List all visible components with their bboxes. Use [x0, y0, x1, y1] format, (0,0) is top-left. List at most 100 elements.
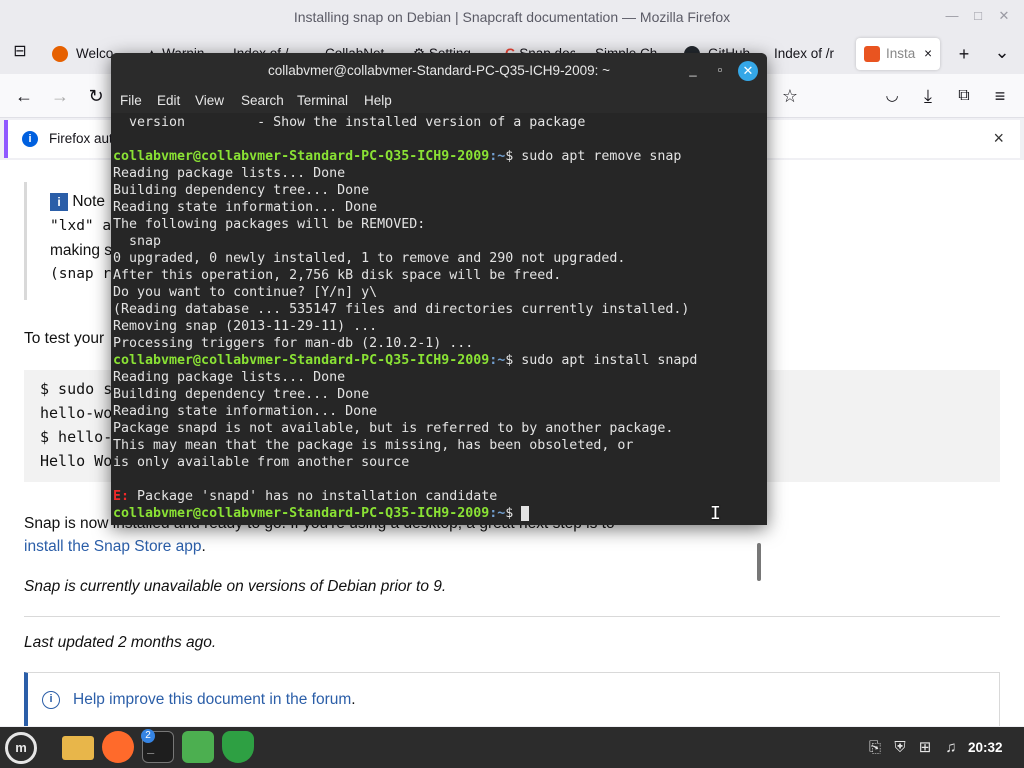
- network-icon[interactable]: ⊞: [916, 739, 934, 757]
- pocket-icon[interactable]: ◡: [880, 84, 904, 108]
- bookmark-star-icon[interactable]: ☆: [778, 84, 802, 108]
- firefox-icon[interactable]: [102, 731, 134, 763]
- terminal-line: The following packages will be REMOVED:: [113, 217, 426, 232]
- error-text: Package 'snapd' has no installation cand…: [129, 489, 498, 504]
- help-callout: i Help improve this document in the foru…: [24, 672, 1000, 726]
- menu-hamburger-icon[interactable]: ≡: [988, 84, 1012, 108]
- terminal-line: Processing triggers for man-db (2.10.2-1…: [113, 336, 474, 351]
- prompt-command: $ sudo apt install snapd: [505, 353, 698, 368]
- minimize-button[interactable]: —: [942, 6, 962, 26]
- notification-text: Firefox aut: [49, 131, 113, 146]
- prompt-command: $ sudo apt remove snap: [505, 149, 682, 164]
- terminal-close-button[interactable]: ✕: [738, 61, 758, 81]
- terminal-output[interactable]: version - Show the installed version of …: [111, 113, 767, 581]
- update-shield-icon[interactable]: ⛨: [891, 739, 909, 757]
- window-title: Installing snap on Debian | Snapcraft do…: [293, 9, 731, 25]
- menu-file[interactable]: File: [120, 93, 142, 108]
- terminal-scrollbar[interactable]: [757, 543, 761, 581]
- downloads-icon[interactable]: ⤓: [916, 84, 940, 108]
- terminal-line: After this operation, 2,756 kB disk spac…: [113, 268, 562, 283]
- terminal-line: Building dependency tree... Done: [113, 387, 370, 402]
- prompt-path: :~: [489, 353, 506, 368]
- terminal-error-line: E: Package 'snapd' has no installation c…: [113, 488, 497, 505]
- test-intro-text: To test your: [24, 330, 105, 347]
- clock[interactable]: 20:32: [968, 740, 1003, 755]
- menu-help[interactable]: Help: [364, 93, 392, 108]
- back-arrow-icon[interactable]: ←: [12, 84, 36, 108]
- terminal-prompt-line: collabvmer@collabvmer-Standard-PC-Q35-IC…: [113, 148, 681, 165]
- terminal-line: (Reading database ... 535147 files and d…: [113, 302, 690, 317]
- maximize-button[interactable]: □: [968, 6, 988, 26]
- volume-icon[interactable]: ♫: [942, 739, 960, 757]
- terminal-window-count-badge: 2: [141, 729, 155, 743]
- note-line: making s: [50, 242, 113, 259]
- terminal-window: collabvmer@collabvmer-Standard-PC-Q35-IC…: [111, 53, 767, 581]
- code-line: $ hello-: [40, 428, 113, 446]
- divider: [24, 616, 1000, 617]
- help-line: Help improve this document in the forum.: [73, 691, 356, 708]
- terminal-menubar: File Edit View Search Terminal Help: [111, 87, 767, 113]
- terminal-line: Reading state information... Done: [113, 200, 378, 215]
- text-cursor-icon: I: [710, 503, 721, 524]
- close-notification-icon[interactable]: ×: [993, 128, 1004, 149]
- terminal-minimize-button[interactable]: _: [684, 61, 702, 79]
- note-line: "lxd" a: [50, 218, 112, 234]
- terminal-line: Building dependency tree... Done: [113, 183, 370, 198]
- forum-link[interactable]: Help improve this document in the forum: [73, 691, 351, 708]
- close-tab-icon[interactable]: ×: [924, 38, 932, 70]
- menu-edit[interactable]: Edit: [157, 93, 180, 108]
- code-line: hello-wo: [40, 404, 113, 422]
- unavailable-text: Snap is currently unavailable on version…: [24, 578, 447, 595]
- forward-arrow-icon[interactable]: →: [48, 84, 72, 108]
- terminal-line: Do you want to continue? [Y/n] y\: [113, 285, 378, 300]
- clipboard-icon[interactable]: ⎘: [866, 739, 884, 757]
- terminal-line: version - Show the installed version of …: [113, 115, 586, 130]
- terminal-line: Reading package lists... Done: [113, 370, 346, 385]
- terminal-line: Removing snap (2013-11-29-11) ...: [113, 319, 378, 334]
- prompt-user: collabvmer@collabvmer-Standard-PC-Q35-IC…: [113, 353, 490, 368]
- close-window-button[interactable]: ✕: [994, 6, 1014, 26]
- prompt-user: collabvmer@collabvmer-Standard-PC-Q35-IC…: [113, 506, 490, 521]
- tab-index-r[interactable]: Index of /r: [774, 38, 846, 70]
- firefox-view-icon[interactable]: ⊟: [8, 40, 32, 64]
- snap-store-link[interactable]: install the Snap Store app: [24, 538, 202, 555]
- terminal-maximize-button[interactable]: ▫: [711, 61, 729, 79]
- terminal-line: Reading package lists... Done: [113, 166, 346, 181]
- new-tab-button[interactable]: +: [952, 42, 976, 66]
- menu-terminal[interactable]: Terminal: [297, 93, 348, 108]
- info-icon: i: [42, 691, 60, 709]
- terminal-line: snap: [113, 234, 162, 249]
- tab-welcome[interactable]: Welco: [52, 38, 116, 70]
- prompt-path: :~: [489, 506, 506, 521]
- info-icon: i: [22, 131, 38, 147]
- terminal-cursor: [521, 505, 530, 521]
- menu-view[interactable]: View: [195, 93, 224, 108]
- terminal-line: 0 upgraded, 0 newly installed, 1 to remo…: [113, 251, 626, 266]
- terminal-line: This may mean that the package is missin…: [113, 438, 634, 453]
- firefox-icon: [52, 46, 68, 63]
- info-icon: i: [50, 193, 68, 211]
- taskbar: m _ 2 ⎘ ⛨ ⊞ ♫ 20:32: [0, 727, 1024, 768]
- terminal-prompt-line: collabvmer@collabvmer-Standard-PC-Q35-IC…: [113, 352, 697, 369]
- files-icon[interactable]: [62, 736, 94, 760]
- prompt-command: $: [505, 506, 522, 521]
- menu-search[interactable]: Search: [241, 93, 284, 108]
- code-line: $ sudo s: [40, 380, 113, 398]
- reload-icon[interactable]: ↻: [84, 84, 108, 108]
- prompt-user: collabvmer@collabvmer-Standard-PC-Q35-IC…: [113, 149, 490, 164]
- shield-icon[interactable]: [222, 731, 254, 763]
- mint-menu-icon[interactable]: m: [5, 732, 37, 764]
- calculator-icon[interactable]: [182, 731, 214, 763]
- terminal-title: collabvmer@collabvmer-Standard-PC-Q35-IC…: [268, 63, 610, 78]
- extensions-icon[interactable]: ⧉: [952, 84, 976, 108]
- tab-list-button[interactable]: ⌄: [990, 40, 1014, 64]
- terminal-prompt-line: collabvmer@collabvmer-Standard-PC-Q35-IC…: [113, 505, 530, 522]
- store-link-line: install the Snap Store app.: [24, 538, 206, 555]
- tab-installing-snap[interactable]: Insta ×: [856, 38, 940, 70]
- last-updated-text: Last updated 2 months ago.: [24, 634, 217, 651]
- terminal-titlebar[interactable]: collabvmer@collabvmer-Standard-PC-Q35-IC…: [111, 53, 767, 87]
- snapcraft-icon: [864, 46, 880, 63]
- prompt-path: :~: [489, 149, 506, 164]
- terminal-line: Package snapd is not available, but is r…: [113, 421, 674, 436]
- error-tag: E:: [113, 489, 130, 504]
